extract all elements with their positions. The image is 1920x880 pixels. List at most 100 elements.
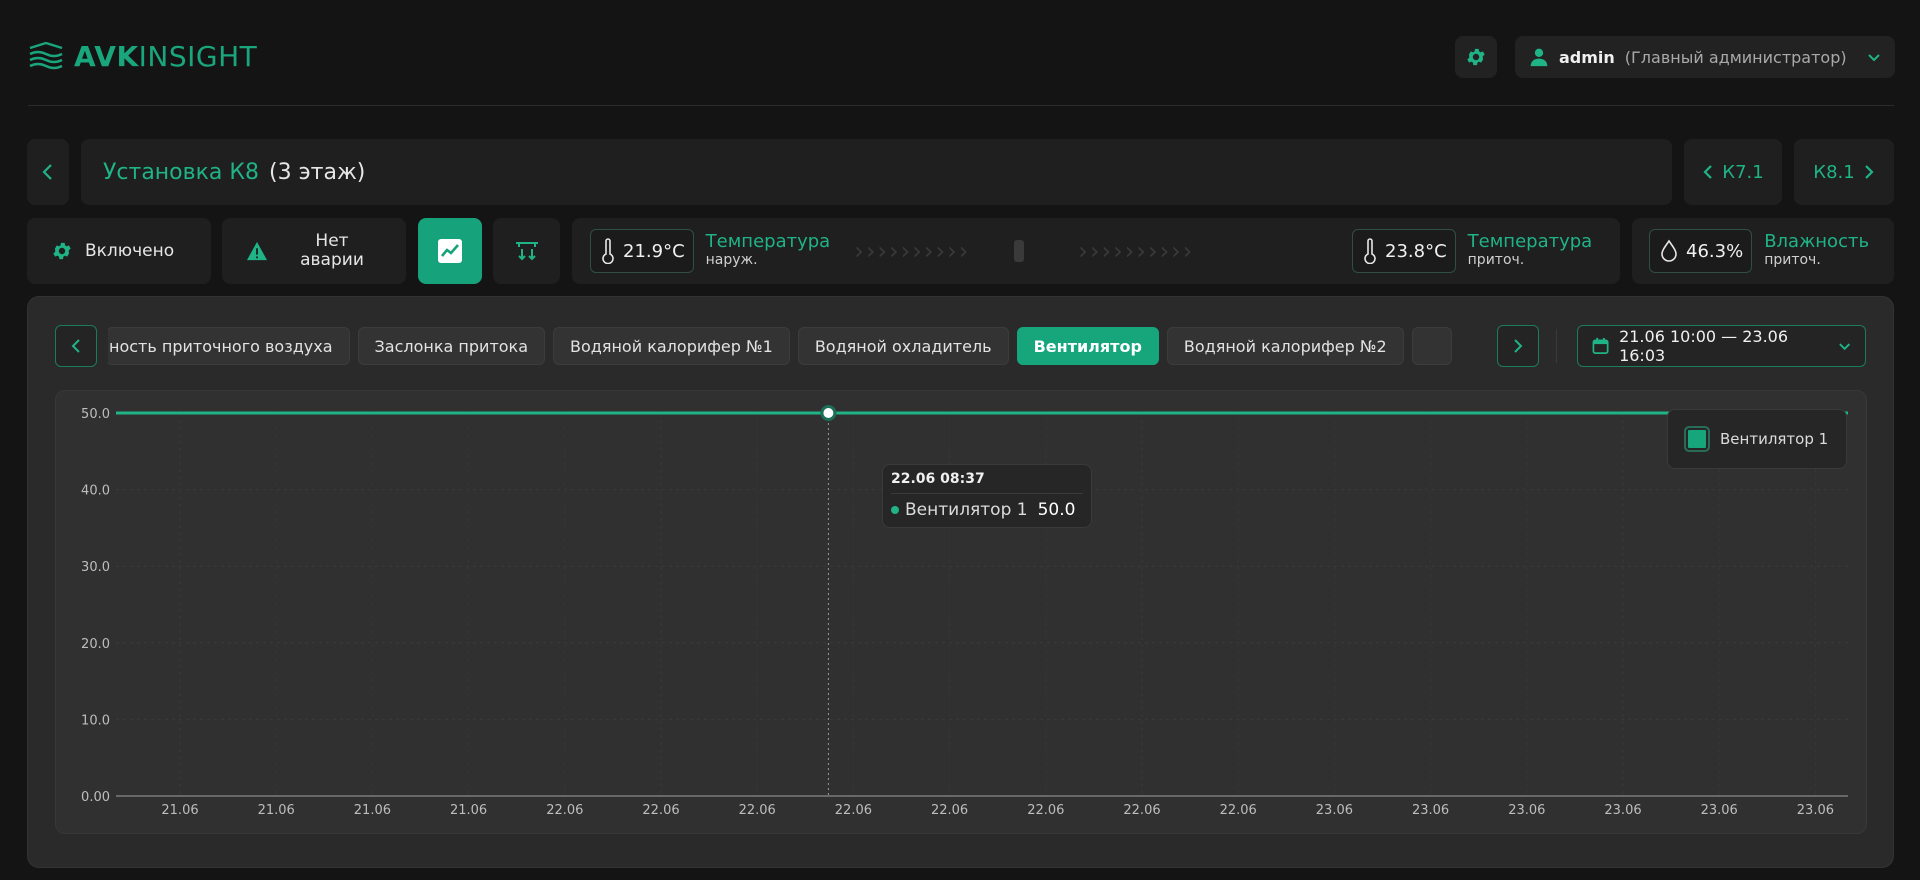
x-tick-label: 22.06 — [931, 803, 968, 818]
x-tick-label: 21.06 — [450, 803, 487, 818]
tooltip-series-name: Вентилятор 1 — [905, 500, 1028, 520]
supply-temperature: 23.8°C Температура приточ. — [1334, 218, 1620, 284]
supply-temp-label: Температура приточ. — [1467, 231, 1593, 269]
power-status-label: Включено — [85, 241, 175, 261]
power-status[interactable]: Включено — [27, 218, 211, 284]
x-tick-label: 23.06 — [1508, 803, 1545, 818]
chevron-down-icon — [1838, 343, 1850, 351]
user-icon — [1530, 48, 1548, 67]
logo-text: AVKINSIGHT — [74, 40, 258, 73]
x-tick-label: 21.06 — [354, 803, 391, 818]
tabs-scroll-right-button[interactable] — [1497, 325, 1539, 367]
line-chart: 0.00 10.0 20.0 30.0 40.0 50.0 21.06 21.06 21.06 2… — [81, 405, 1848, 818]
tabs-scroll-left-button[interactable] — [55, 325, 97, 367]
logo[interactable]: AVKINSIGHT — [28, 40, 257, 73]
user-role: (Главный администратор) — [1624, 47, 1847, 67]
date-range-picker[interactable]: 21.06 10:00 — 23.06 16:03 — [1577, 325, 1866, 367]
calendar-icon — [1592, 337, 1609, 354]
page-title: Установка К8 (3 этаж) — [81, 139, 1672, 205]
y-tick-label: 10.0 — [81, 713, 110, 728]
top-bar: AVKINSIGHT admin (Главный администратор) — [28, 0, 1895, 106]
flow-arrows-left: › › › › › › › › › › — [854, 237, 969, 265]
y-tick-label: 30.0 — [81, 560, 110, 575]
unit-floor: (3 этаж) — [269, 159, 366, 185]
tabs-viewport: ность приточного воздуха Заслонка приток… — [108, 325, 1508, 367]
supply-humidity-value: 46.3% — [1686, 240, 1744, 262]
tooltip-series-dot — [891, 506, 899, 514]
chart-panel: ность приточного воздуха Заслонка приток… — [27, 296, 1894, 868]
y-tick-label: 40.0 — [81, 484, 110, 499]
drop-icon — [1661, 239, 1677, 262]
fan-icon — [1014, 240, 1025, 262]
thermometer-icon — [602, 238, 614, 264]
x-tick-label: 22.06 — [1220, 803, 1257, 818]
thermometer-icon — [1364, 238, 1376, 264]
alarm-status[interactable]: Нет аварии — [222, 218, 406, 284]
gear-icon — [1467, 48, 1485, 66]
x-tick-label: 23.06 — [1604, 803, 1641, 818]
tabs-list: ность приточного воздуха Заслонка приток… — [108, 325, 1452, 367]
flow-view-button[interactable] — [493, 218, 560, 284]
chevron-left-icon — [1703, 165, 1713, 179]
tooltip-row: Вентилятор 1 50.0 — [891, 500, 1083, 520]
component-tabs: ность приточного воздуха Заслонка приток… — [28, 325, 1895, 369]
chart-tooltip: 22.06 08:37 Вентилятор 1 50.0 — [882, 464, 1092, 528]
prev-unit-button[interactable]: К7.1 — [1684, 139, 1782, 205]
chart-line-icon — [438, 239, 462, 263]
x-tick-label: 21.06 — [161, 803, 198, 818]
x-tick-label: 22.06 — [1027, 803, 1064, 818]
legend-label: Вентилятор 1 — [1720, 430, 1829, 448]
gear-icon — [53, 242, 71, 260]
toolbar-divider — [1556, 329, 1557, 363]
tab-fan[interactable]: Вентилятор — [1016, 327, 1159, 365]
chevron-down-icon — [1868, 54, 1880, 62]
tab-supply-damper[interactable]: Заслонка притока — [357, 327, 546, 365]
x-tick-label: 23.06 — [1797, 803, 1834, 818]
supply-humidity: 46.3% Влажность приточ. — [1632, 218, 1894, 284]
chevron-right-icon — [1864, 165, 1874, 179]
outdoor-temp-pill: 21.9°C — [590, 229, 694, 273]
y-tick-label: 0.00 — [81, 790, 110, 805]
supply-temp-pill: 23.8°C — [1352, 229, 1456, 273]
x-tick-label: 23.06 — [1316, 803, 1353, 818]
x-tick-label: 22.06 — [546, 803, 583, 818]
chevron-right-icon — [1514, 339, 1523, 353]
tab-supply-air[interactable]: ность приточного воздуха — [108, 327, 350, 365]
user-menu-button[interactable]: admin (Главный администратор) — [1515, 36, 1895, 78]
flow-icon — [515, 242, 538, 261]
chart-view-button[interactable] — [418, 218, 482, 284]
tab-water-cooler[interactable]: Водяной охладитель — [797, 327, 1009, 365]
waves-logo-icon — [29, 41, 63, 69]
legend-swatch[interactable] — [1684, 426, 1710, 452]
chart-legend[interactable]: Вентилятор 1 — [1667, 409, 1847, 469]
chevron-left-icon — [42, 164, 52, 180]
data-point-highlight — [820, 405, 837, 421]
next-unit-label: К8.1 — [1813, 161, 1855, 183]
tooltip-date: 22.06 08:37 — [891, 471, 1083, 494]
chevron-left-icon — [71, 339, 80, 353]
supply-humidity-label: Влажность приточ. — [1764, 231, 1870, 269]
flow-arrows-right: › › › › › › › › › › — [1078, 237, 1193, 265]
x-tick-label: 23.06 — [1412, 803, 1449, 818]
back-button[interactable] — [27, 139, 69, 205]
tab-water-heater-2[interactable]: Водяной калорифер №2 — [1166, 327, 1404, 365]
x-tick-label: 22.06 — [642, 803, 679, 818]
y-tick-label: 20.0 — [81, 637, 110, 652]
y-tick-label: 50.0 — [81, 407, 110, 422]
x-tick-label: 22.06 — [1123, 803, 1160, 818]
x-tick-label: 22.06 — [739, 803, 776, 818]
x-tick-label: 21.06 — [258, 803, 295, 818]
user-name: admin — [1559, 47, 1615, 67]
settings-button[interactable] — [1455, 36, 1497, 78]
supply-temp-value: 23.8°C — [1385, 240, 1447, 262]
date-range-label: 21.06 10:00 — 23.06 16:03 — [1619, 327, 1789, 365]
x-tick-label: 22.06 — [835, 803, 872, 818]
tooltip-value: 50.0 — [1037, 500, 1076, 520]
tab-next-partial[interactable] — [1411, 327, 1452, 365]
chart-area[interactable]: 0.00 10.0 20.0 30.0 40.0 50.0 21.06 21.06 21.06 2… — [55, 390, 1867, 834]
next-unit-button[interactable]: К8.1 — [1794, 139, 1894, 205]
tab-water-heater-1[interactable]: Водяной калорифер №1 — [553, 327, 790, 365]
supply-humidity-pill: 46.3% — [1649, 229, 1753, 273]
outdoor-temp-value: 21.9°C — [623, 240, 685, 262]
unit-name: Установка К8 — [103, 159, 259, 185]
